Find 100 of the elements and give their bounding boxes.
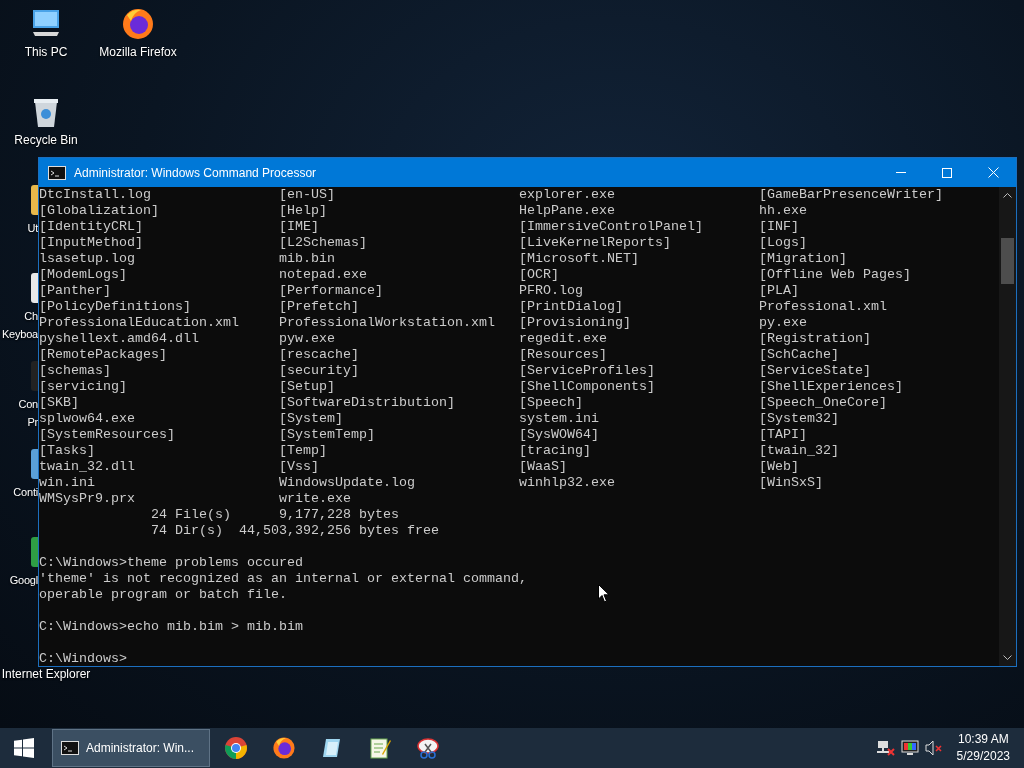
firefox-icon[interactable] xyxy=(272,736,296,760)
file-entry: [TAPI] xyxy=(759,427,807,443)
desktop-icon-label[interactable]: Conti xyxy=(13,484,38,500)
console-icon xyxy=(61,741,79,755)
file-entry: [rescache] xyxy=(279,347,359,363)
file-entry: [Microsoft.NET] xyxy=(519,251,639,267)
desktop-icon-label[interactable]: Ut xyxy=(27,220,38,236)
notepad-icon[interactable] xyxy=(368,736,392,760)
windows-icon xyxy=(14,738,34,758)
file-entry: [LiveKernelReports] xyxy=(519,235,671,251)
network-icon[interactable] xyxy=(876,740,895,756)
recycle-bin-icon xyxy=(32,96,60,128)
file-entry: [ImmersiveControlPanel] xyxy=(519,219,703,235)
app-icon xyxy=(31,185,38,215)
clock-time[interactable]: 10:39 AM xyxy=(956,731,1010,748)
file-entry: [Registration] xyxy=(759,331,871,347)
desktop-icon-label[interactable]: Googl xyxy=(9,572,38,588)
file-entry: [L2Schemas] xyxy=(279,235,367,251)
app-icon xyxy=(31,361,38,391)
desktop-icon-label[interactable]: Mozilla Firefox xyxy=(99,45,177,59)
console-line: C:\Windows>echo mib.bim > mib.bim xyxy=(39,619,303,635)
file-entry: [ShellExperiences] xyxy=(759,379,903,395)
desktop-icon-label[interactable]: Ch xyxy=(24,308,38,324)
file-entry: [System32] xyxy=(759,411,839,427)
taskbar-button[interactable]: Administrator: Win... xyxy=(52,729,210,767)
file-entry: HelpPane.exe xyxy=(519,203,615,219)
console-line: C:\Windows>theme problems occured xyxy=(39,555,303,571)
clock-date[interactable]: 5/29/2023 xyxy=(956,748,1010,765)
file-entry: splwow64.exe xyxy=(39,411,135,427)
file-entry: explorer.exe xyxy=(519,187,615,203)
file-entry: [Temp] xyxy=(279,443,327,459)
file-entry: [Resources] xyxy=(519,347,607,363)
file-entry: hh.exe xyxy=(759,203,807,219)
scrollbar[interactable] xyxy=(999,187,1016,666)
file-entry: [Performance] xyxy=(279,283,383,299)
file-entry: pyw.exe xyxy=(279,331,335,347)
file-entry: [Globalization] xyxy=(39,203,159,219)
console-line: 74 Dir(s) 44,503,392,256 bytes free xyxy=(149,523,439,539)
file-entry: win.ini xyxy=(39,475,95,491)
file-entry: [Vss] xyxy=(279,459,319,475)
file-entry: [Web] xyxy=(759,459,799,475)
file-entry: [SoftwareDistribution] xyxy=(279,395,455,411)
console-line: operable program or batch file. xyxy=(39,587,287,603)
file-entry: ProfessionalEducation.xml xyxy=(39,315,239,331)
console-line: C:\Windows> xyxy=(39,651,127,666)
file-entry: [ServiceState] xyxy=(759,363,871,379)
file-entry: [tracing] xyxy=(519,443,591,459)
file-entry: py.exe xyxy=(759,315,807,331)
window-title: Administrator: Windows Command Processor xyxy=(74,165,318,180)
minimize-icon xyxy=(896,172,906,173)
file-entry: [Speech] xyxy=(519,395,583,411)
console-line: 24 File(s) 9,177,228 bytes xyxy=(149,507,399,523)
scroll-down-icon[interactable] xyxy=(1003,655,1012,660)
desktop-icon-label[interactable]: Recycle Bin xyxy=(14,133,78,147)
desktop-icon-label[interactable]: Pr xyxy=(27,414,38,430)
file-entry: lsasetup.log xyxy=(39,251,135,267)
file-entry: WMSysPr9.prx xyxy=(39,491,135,507)
maximize-icon xyxy=(942,167,952,178)
scrollbar-thumb[interactable] xyxy=(1001,238,1014,284)
file-entry: [GameBarPresenceWriter] xyxy=(759,187,943,203)
pointer-icon xyxy=(598,584,610,603)
file-entry: [IdentityCRL] xyxy=(39,219,143,235)
file-entry: [PrintDialog] xyxy=(519,299,623,315)
file-entry: [RemotePackages] xyxy=(39,347,167,363)
file-entry: ProfessionalWorkstation.xml xyxy=(279,315,495,331)
file-entry: mib.bin xyxy=(279,251,335,267)
desktop-icon-label[interactable]: This PC xyxy=(24,45,68,59)
file-entry: [Provisioning] xyxy=(519,315,631,331)
file-entry: [PLA] xyxy=(759,283,799,299)
desktop-icon-label[interactable]: Con xyxy=(18,396,38,412)
desktop-icon-label[interactable]: Keyboa xyxy=(1,326,38,342)
file-entry: [WinSxS] xyxy=(759,475,823,491)
file-entry: DtcInstall.log xyxy=(39,187,151,203)
file-entry: [SKB] xyxy=(39,395,79,411)
console-icon xyxy=(48,165,66,180)
file-entry: pyshellext.amd64.dll xyxy=(39,331,199,347)
file-entry: [PolicyDefinitions] xyxy=(39,299,191,315)
scissors-icon[interactable] xyxy=(416,736,440,760)
file-entry: write.exe xyxy=(279,491,351,507)
close-icon xyxy=(987,167,999,178)
file-entry: [ModemLogs] xyxy=(39,267,127,283)
file-entry: [servicing] xyxy=(39,379,127,395)
desktop-icon-label[interactable]: Internet Explorer xyxy=(1,667,91,681)
display-icon[interactable] xyxy=(900,740,919,756)
scroll-up-icon[interactable] xyxy=(1003,193,1012,198)
file-entry: [en-US] xyxy=(279,187,335,203)
file-entry: twain_32.dll xyxy=(39,459,135,475)
file-entry: [IME] xyxy=(279,219,319,235)
chrome-icon[interactable] xyxy=(224,736,248,760)
file-entry: notepad.exe xyxy=(279,267,367,283)
file-entry: [InputMethod] xyxy=(39,235,143,251)
file-entry: [Panther] xyxy=(39,283,111,299)
file-entry: [Setup] xyxy=(279,379,335,395)
file-entry: [INF] xyxy=(759,219,799,235)
app-icon xyxy=(31,273,38,303)
file-entry: [SystemResources] xyxy=(39,427,175,443)
file-entry: [SchCache] xyxy=(759,347,839,363)
file-entry: [Speech_OneCore] xyxy=(759,395,887,411)
file-entry: winhlp32.exe xyxy=(519,475,615,491)
speaker-muted-icon[interactable] xyxy=(924,740,943,756)
